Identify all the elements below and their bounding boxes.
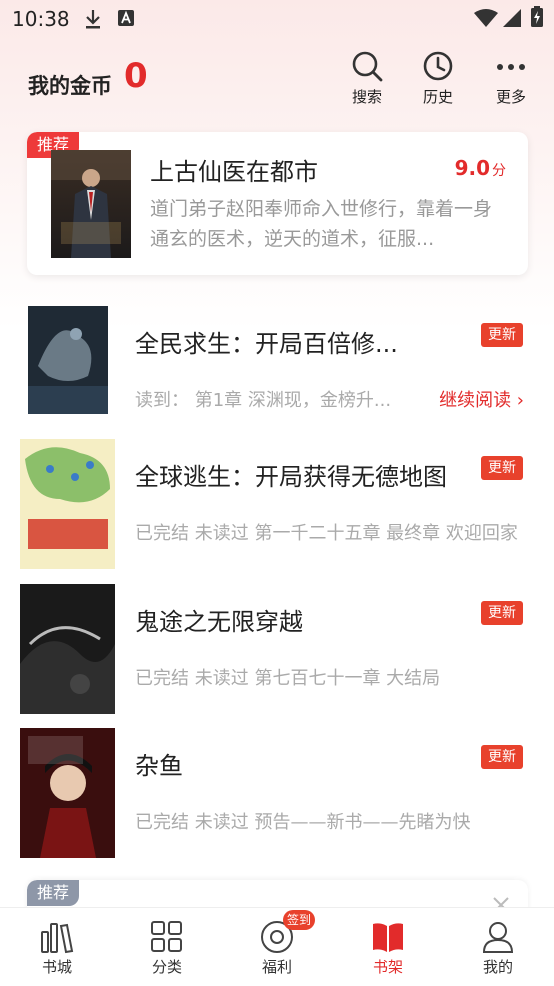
tab-label: 我的 <box>482 958 513 976</box>
coin-label: 我的金币 <box>28 74 112 98</box>
status-time: 10:38 <box>12 7 70 31</box>
update-badge: 更新 <box>481 323 523 347</box>
recommend-description: 道门弟子赵阳奉师命入世修行，靠着一身通玄的医术，逆天的道术，征服... <box>150 198 493 250</box>
book-title: 全民求生：开局百倍修... <box>135 330 398 358</box>
signal-icon <box>503 9 521 27</box>
category-icon <box>151 921 182 952</box>
update-badge: 更新 <box>481 601 523 625</box>
more-label: 更多 <box>495 88 526 106</box>
recommend-title: 上古仙医在都市 <box>150 158 318 186</box>
continue-reading-link[interactable]: 继续阅读 › <box>439 386 524 412</box>
bookstore-icon <box>41 923 74 954</box>
search-button[interactable]: 搜索 <box>337 50 397 107</box>
recommend-card[interactable]: 推荐 上古仙医在都市 9.0 分 道门弟子赵阳奉师命入世修行，靠着一身通玄的医术，… <box>27 132 528 275</box>
book-cover <box>20 439 115 569</box>
recommend-badge: 推荐 <box>27 880 79 906</box>
more-button[interactable]: 更多 <box>481 50 541 107</box>
book-title: 鬼途之无限穿越 <box>135 608 303 636</box>
wifi-icon <box>474 9 498 27</box>
book-status: 已完结 未读过 预告——新书——先睹为快 <box>135 812 471 833</box>
profile-icon <box>482 922 514 953</box>
book-cover <box>28 306 108 414</box>
bookshelf-item[interactable]: 杂鱼 更新 已完结 未读过 预告——新书——先睹为快 <box>0 728 554 863</box>
search-label: 搜索 <box>351 88 382 106</box>
sign-in-badge[interactable]: 签到 <box>283 910 315 930</box>
book-cover <box>51 150 131 258</box>
tab-label: 福利 <box>261 958 292 976</box>
book-cover <box>20 728 115 858</box>
search-icon <box>352 51 383 82</box>
book-status: 已完结 未读过 第七百七十一章 大结局 <box>135 668 441 689</box>
header: 我的金币 0 搜索 历史 更多 <box>0 50 554 110</box>
book-status: 已完结 未读过 第一千二十五章 最终章 欢迎回家 <box>135 523 518 544</box>
tab-bookshelf[interactable]: 书架 <box>348 920 428 977</box>
book-progress: 读到： 第1章 深渊现，金榜升... <box>135 390 392 411</box>
update-badge: 更新 <box>481 456 523 480</box>
bottom-tab-bar: 书城 分类 福利 书架 我的 <box>0 907 554 986</box>
coin-value[interactable]: 0 <box>124 56 148 96</box>
battery-icon <box>531 6 543 27</box>
book-cover <box>20 584 115 714</box>
book-title: 全球逃生：开局获得无德地图 <box>135 463 447 491</box>
bookshelf-icon <box>373 923 403 952</box>
update-badge: 更新 <box>481 745 523 769</box>
status-bar: 10:38 <box>0 0 554 38</box>
tab-bookstore[interactable]: 书城 <box>17 920 97 977</box>
recommend-score: 9.0 分 <box>455 156 506 180</box>
tab-category[interactable]: 分类 <box>127 920 207 977</box>
app-notification-icon <box>118 10 134 26</box>
bookshelf-item[interactable]: 全球逃生：开局获得无德地图 更新 已完结 未读过 第一千二十五章 最终章 欢迎回… <box>0 439 554 574</box>
tab-label: 书城 <box>41 958 72 976</box>
tab-label: 分类 <box>151 958 182 976</box>
history-icon <box>423 51 453 81</box>
history-label: 历史 <box>422 88 453 106</box>
tab-profile[interactable]: 我的 <box>458 920 538 977</box>
book-title: 杂鱼 <box>135 752 183 780</box>
history-button[interactable]: 历史 <box>408 50 468 107</box>
recommend-score-unit: 分 <box>492 163 506 179</box>
more-icon <box>497 64 525 70</box>
recommend-score-value: 9.0 <box>454 156 490 180</box>
bookshelf-item[interactable]: 鬼途之无限穿越 更新 已完结 未读过 第七百七十一章 大结局 <box>0 584 554 719</box>
tab-label: 书架 <box>372 958 403 976</box>
bookshelf-item[interactable]: 全民求生：开局百倍修... 更新 读到： 第1章 深渊现，金榜升... 继续阅读… <box>0 306 554 441</box>
download-icon <box>86 10 100 29</box>
